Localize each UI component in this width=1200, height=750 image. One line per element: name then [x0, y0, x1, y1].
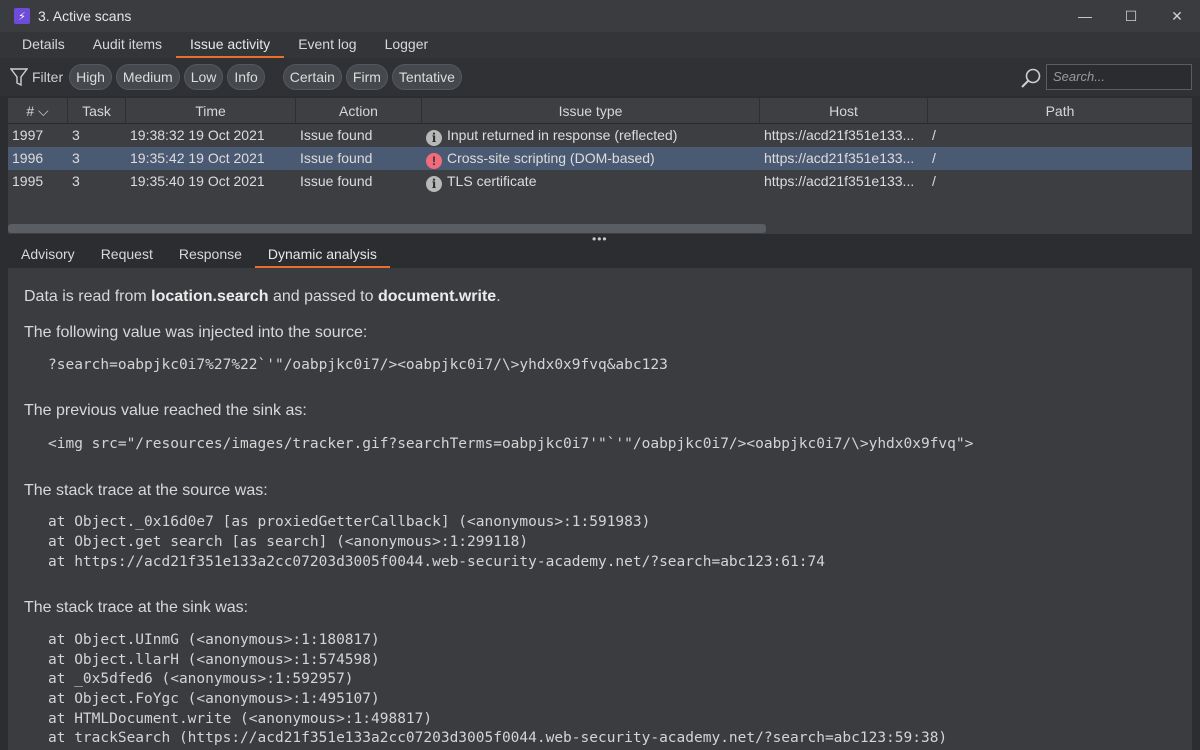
- cell-time: 19:35:42 19 Oct 2021: [130, 150, 265, 166]
- tab-request[interactable]: Request: [88, 242, 166, 268]
- cell-issue-type: i TLS certificate: [422, 170, 760, 193]
- tab-dynamic-analysis[interactable]: Dynamic analysis: [254, 242, 390, 268]
- source-trace-line: at https://acd21f351e133a2cc07203d3005f0…: [48, 554, 825, 570]
- filter-tentative[interactable]: Tentative: [391, 64, 462, 90]
- search-input[interactable]: Search...: [1046, 64, 1192, 90]
- tab-response[interactable]: Response: [166, 242, 255, 268]
- source-trace-line: at Object.get search [as search] (<anony…: [48, 534, 529, 550]
- close-button[interactable]: ✕: [1154, 0, 1200, 32]
- col-issue-type[interactable]: Issue type: [422, 98, 760, 124]
- tab-event-log[interactable]: Event log: [284, 32, 370, 58]
- issue-name: Input returned in response (reflected): [447, 127, 678, 143]
- intro-suffix: .: [496, 288, 501, 305]
- tab-details[interactable]: Details: [8, 32, 79, 58]
- table-header: # ⌵ Task Time Action Issue type Host Pat…: [8, 98, 1192, 124]
- col-number[interactable]: # ⌵: [8, 98, 68, 124]
- cell-time: 19:35:40 19 Oct 2021: [130, 173, 265, 189]
- tab-issue-activity[interactable]: Issue activity: [176, 32, 285, 58]
- cell-task: 3: [72, 150, 80, 166]
- cell-number: 1995: [12, 173, 44, 189]
- table-row[interactable]: 1995 3 19:35:40 19 Oct 2021 Issue found …: [8, 170, 1192, 193]
- cell-number: 1996: [12, 150, 44, 166]
- issue-name: Cross-site scripting (DOM-based): [447, 150, 655, 166]
- search-icon[interactable]: [1020, 67, 1042, 89]
- table-horizontal-scrollbar[interactable]: [8, 224, 766, 233]
- cell-issue-type: i Input returned in response (reflected): [422, 124, 760, 147]
- col-host[interactable]: Host: [760, 98, 928, 124]
- cell-task: 3: [72, 173, 80, 189]
- sink-value: <img src="/resources/images/tracker.gif?…: [48, 436, 974, 452]
- sink-trace-line: at Object.FoYgc (<anonymous>:1:495107): [48, 691, 380, 707]
- col-path[interactable]: Path: [928, 98, 1192, 124]
- filter-info[interactable]: Info: [227, 64, 265, 90]
- maximize-button[interactable]: ☐: [1108, 0, 1154, 32]
- filter-high[interactable]: High: [69, 64, 112, 90]
- injected-heading: The following value was injected into th…: [24, 324, 368, 341]
- filter-certain[interactable]: Certain: [282, 64, 342, 90]
- cell-path: /: [932, 127, 936, 143]
- sink-trace-line: at Object.UInmG (<anonymous>:1:180817): [48, 632, 380, 648]
- cell-action: Issue found: [300, 150, 373, 166]
- filter-medium[interactable]: Medium: [115, 64, 180, 90]
- intro-mid: and passed to: [268, 288, 378, 305]
- col-action[interactable]: Action: [296, 98, 422, 124]
- cell-host: https://acd21f351e133...: [764, 150, 915, 166]
- sink-trace-heading: The stack trace at the sink was:: [24, 599, 249, 616]
- issue-table: # ⌵ Task Time Action Issue type Host Pat…: [8, 98, 1192, 234]
- table-row[interactable]: 1996 3 19:35:42 19 Oct 2021 Issue found …: [8, 147, 1192, 170]
- cell-host: https://acd21f351e133...: [764, 127, 915, 143]
- cell-issue-type: ! Cross-site scripting (DOM-based): [422, 147, 760, 170]
- filter-label[interactable]: Filter: [32, 69, 63, 85]
- cell-path: /: [932, 173, 936, 189]
- detail-tab-bar: Advisory Request Response Dynamic analys…: [0, 242, 1200, 268]
- filter-firm[interactable]: Firm: [345, 64, 388, 90]
- cell-task: 3: [72, 127, 80, 143]
- analysis-intro: Data is read from location.search and pa…: [24, 288, 501, 306]
- cell-number: 1997: [12, 127, 44, 143]
- cell-time: 19:38:32 19 Oct 2021: [130, 127, 265, 143]
- cell-action: Issue found: [300, 173, 373, 189]
- source-trace-line: at Object._0x16d0e7 [as proxiedGetterCal…: [48, 514, 651, 530]
- high-severity-icon: !: [426, 153, 442, 169]
- sink-trace-line: at trackSearch (https://acd21f351e133a2c…: [48, 730, 948, 746]
- minimize-button[interactable]: —: [1062, 0, 1108, 32]
- col-time[interactable]: Time: [126, 98, 296, 124]
- tab-logger[interactable]: Logger: [371, 32, 443, 58]
- content-left-gutter: [0, 268, 8, 750]
- dynamic-analysis-panel: Data is read from location.search and pa…: [8, 268, 1192, 750]
- cell-path: /: [932, 150, 936, 166]
- issue-name: TLS certificate: [447, 173, 537, 189]
- cell-action: Issue found: [300, 127, 373, 143]
- sink-trace-line: at HTMLDocument.write (<anonymous>:1:498…: [48, 711, 433, 727]
- injected-value: ?search=oabpjkc0i7%27%22`'"/oabpjkc0i7/>…: [48, 357, 668, 373]
- sink-trace-line: at _0x5dfed6 (<anonymous>:1:592957): [48, 671, 354, 687]
- tab-advisory[interactable]: Advisory: [8, 242, 88, 268]
- intro-prefix: Data is read from: [24, 288, 152, 305]
- title-bar: ⚡ 3. Active scans — ☐ ✕: [0, 0, 1200, 32]
- tab-audit-items[interactable]: Audit items: [79, 32, 176, 58]
- app-icon: ⚡: [14, 8, 30, 24]
- sink-heading: The previous value reached the sink as:: [24, 402, 307, 419]
- cell-host: https://acd21f351e133...: [764, 173, 915, 189]
- filter-icon[interactable]: [10, 67, 28, 87]
- info-icon: i: [426, 130, 442, 146]
- window-controls: — ☐ ✕: [1062, 0, 1200, 32]
- source-trace-heading: The stack trace at the source was:: [24, 482, 268, 499]
- filter-low[interactable]: Low: [183, 64, 224, 90]
- info-icon: i: [426, 176, 442, 192]
- top-tab-bar: Details Audit items Issue activity Event…: [0, 32, 1200, 58]
- window-title: 3. Active scans: [38, 8, 132, 24]
- sink-trace-line: at Object.llarH (<anonymous>:1:574598): [48, 652, 380, 668]
- source-name: location.search: [151, 288, 269, 305]
- table-row[interactable]: 1997 3 19:38:32 19 Oct 2021 Issue found …: [8, 124, 1192, 147]
- sink-name: document.write: [377, 288, 497, 305]
- col-task[interactable]: Task: [68, 98, 126, 124]
